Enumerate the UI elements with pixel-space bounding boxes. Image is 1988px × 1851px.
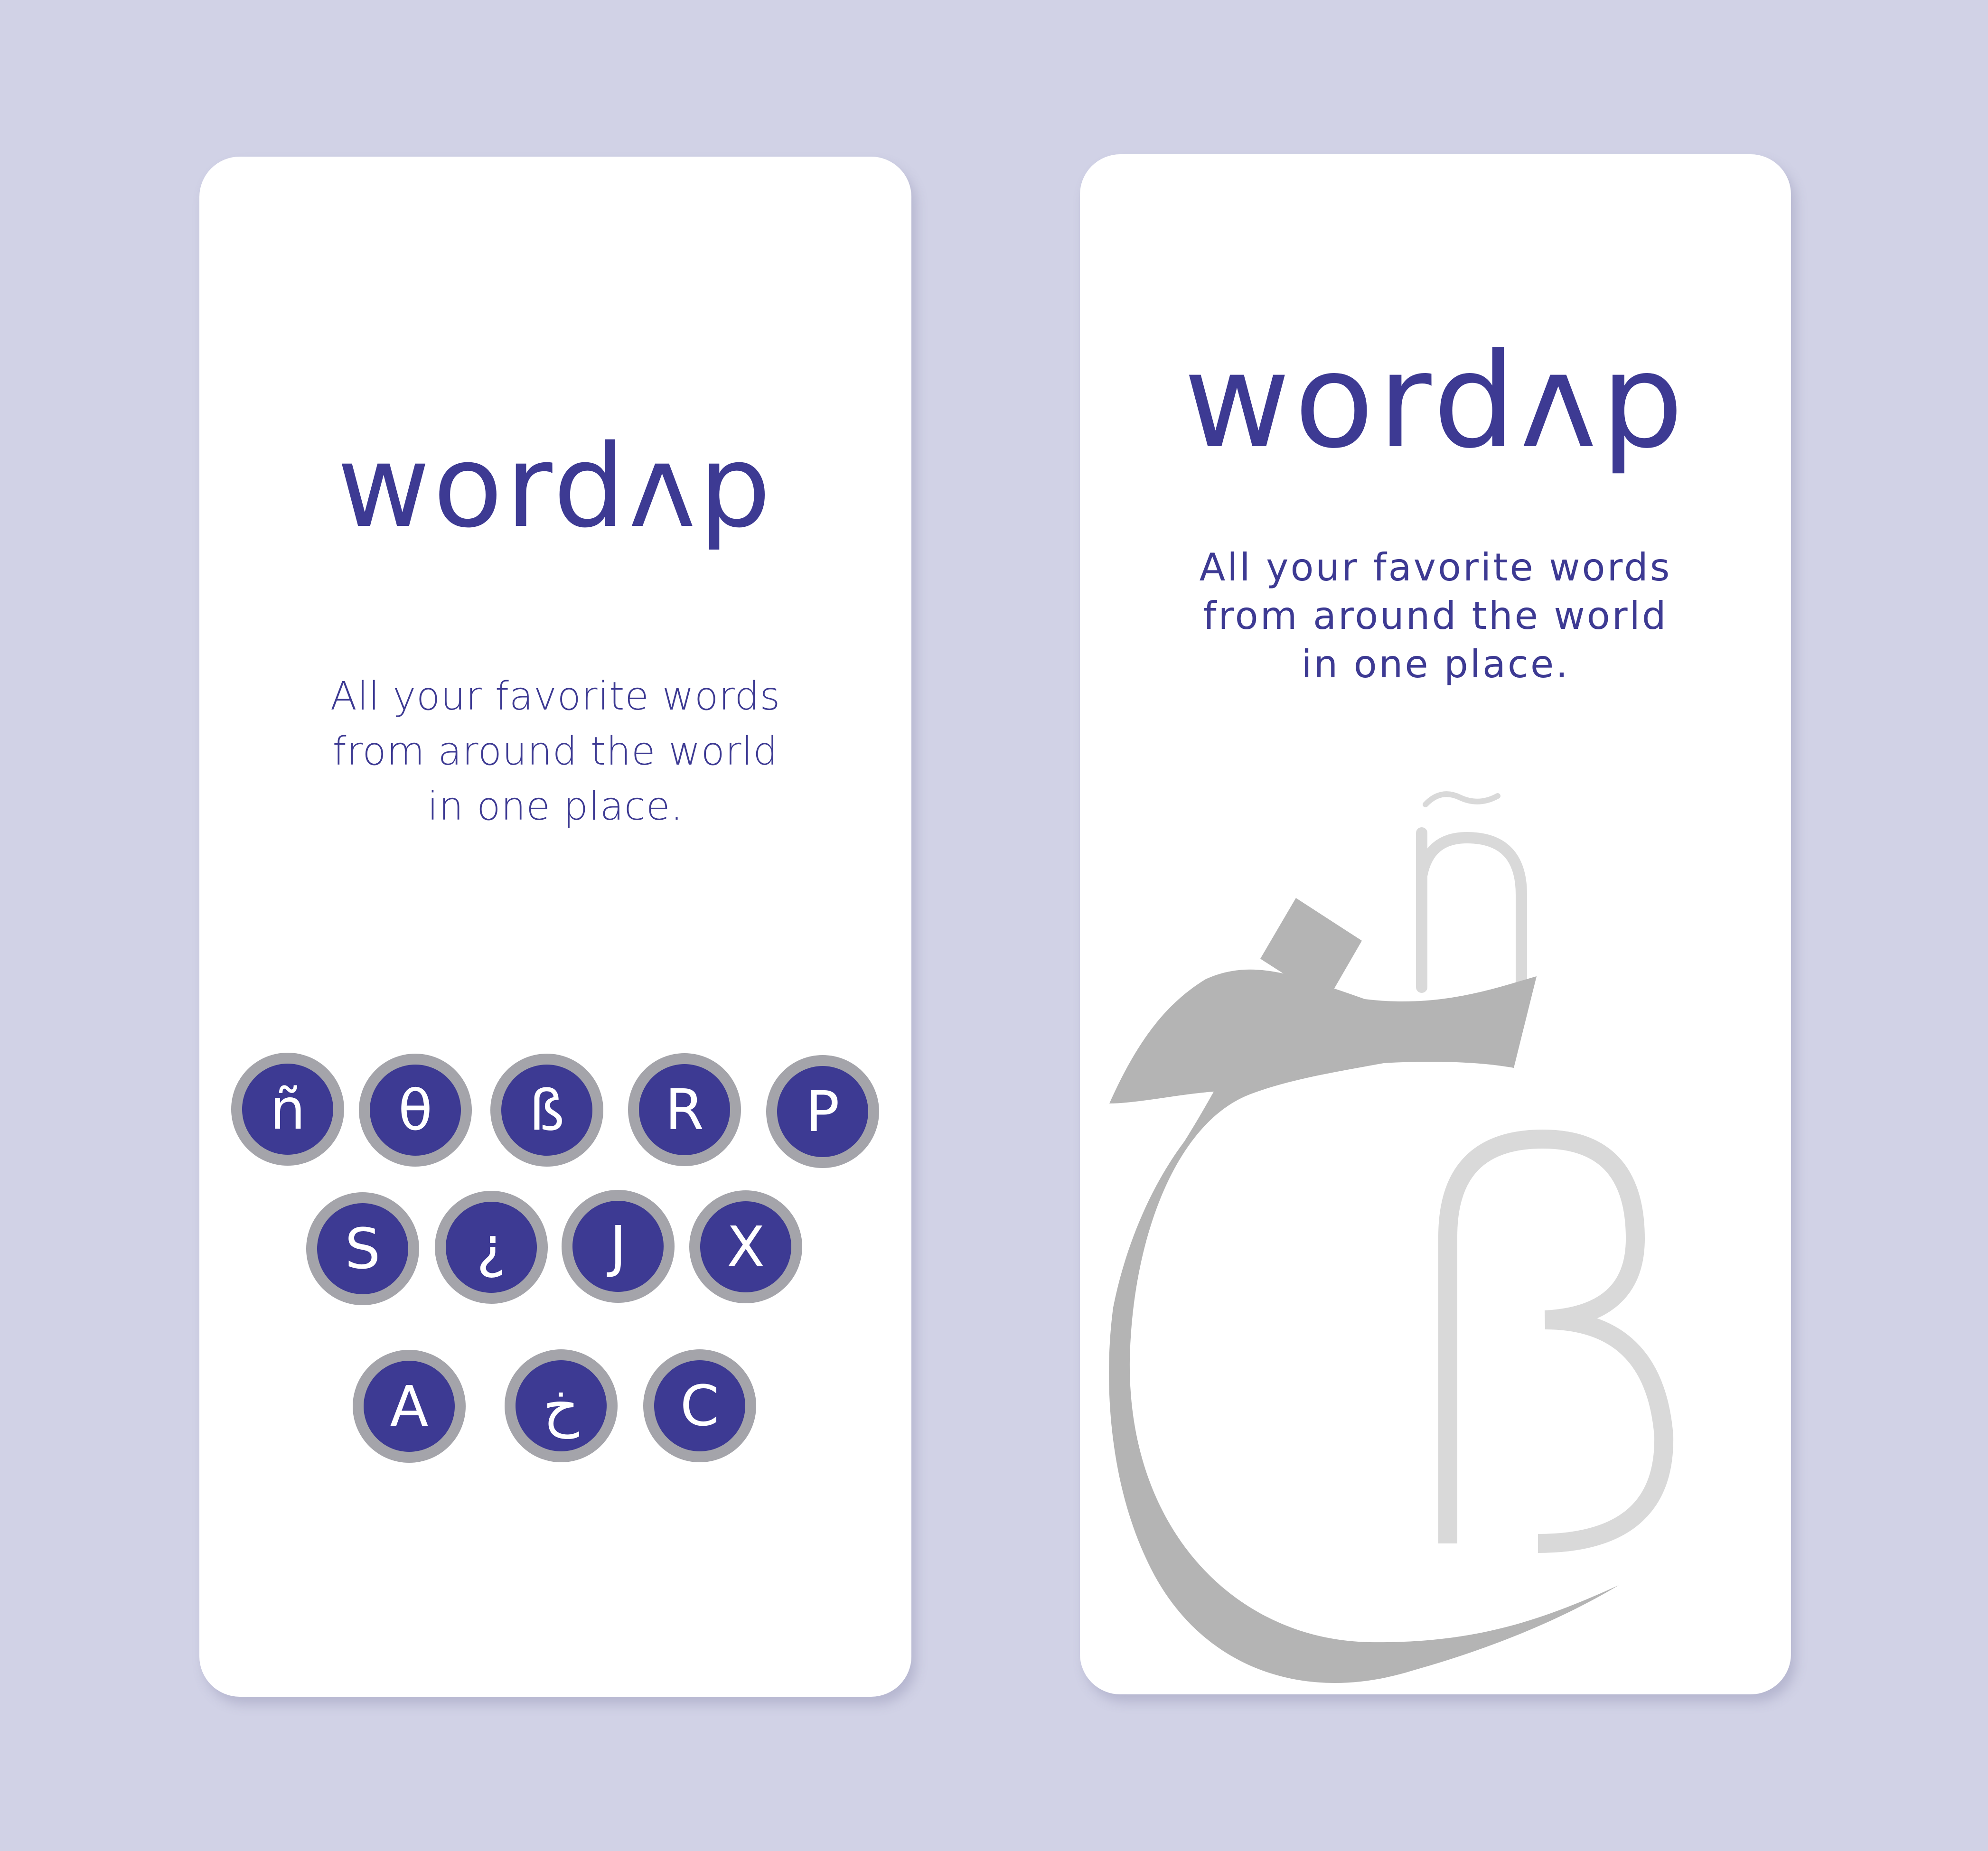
letter-key-c[interactable]: C: [643, 1349, 756, 1462]
letter-key-label: C: [654, 1360, 745, 1451]
letter-key-label: ¿: [446, 1202, 537, 1293]
tagline-line-2: from around the world: [332, 729, 778, 774]
letter-key-p[interactable]: P: [766, 1055, 879, 1168]
arabic-kha-glyph: [1109, 898, 1619, 1683]
letter-key-j[interactable]: J: [562, 1190, 675, 1303]
app-logo: wordʌp: [337, 420, 774, 553]
n-tilde-glyph: [1416, 791, 1527, 993]
eszett-glyph: [1438, 1129, 1674, 1553]
splash-screen-keys: wordʌp All your favorite words from arou…: [199, 157, 911, 1697]
letter-key-s[interactable]: S: [306, 1192, 419, 1305]
letter-key-label: J: [572, 1201, 664, 1292]
letter-key-label: R: [639, 1064, 730, 1155]
letter-key-label: P: [777, 1066, 868, 1157]
letter-key-label: خ: [516, 1360, 607, 1451]
letter-key-label: θ: [370, 1065, 461, 1156]
letter-key-arabic-kha[interactable]: خ: [505, 1349, 618, 1462]
letter-key-eszett[interactable]: ß: [490, 1054, 603, 1167]
letter-key-inverted-question[interactable]: ¿: [435, 1191, 548, 1304]
letter-key-a[interactable]: A: [353, 1350, 466, 1463]
letter-key-r[interactable]: R: [628, 1053, 741, 1166]
letter-key-label: X: [700, 1201, 791, 1292]
letter-key-label: S: [317, 1203, 408, 1294]
letter-key-x[interactable]: X: [689, 1190, 802, 1303]
tagline-line-3: in one place.: [427, 784, 684, 829]
letter-key-n-tilde[interactable]: ñ: [231, 1053, 344, 1166]
letter-key-label: A: [364, 1361, 455, 1452]
tagline: All your favorite words from around the …: [199, 669, 911, 834]
tagline-line-1: All your favorite words: [330, 674, 781, 719]
letter-key-label: ß: [501, 1065, 592, 1156]
letter-key-label: ñ: [242, 1064, 333, 1155]
letter-key-theta[interactable]: θ: [359, 1054, 472, 1167]
decorative-letters-illustration: [1109, 791, 1674, 1683]
splash-screen-glyphs: wordʌp All your favorite words from arou…: [1080, 154, 1791, 1694]
